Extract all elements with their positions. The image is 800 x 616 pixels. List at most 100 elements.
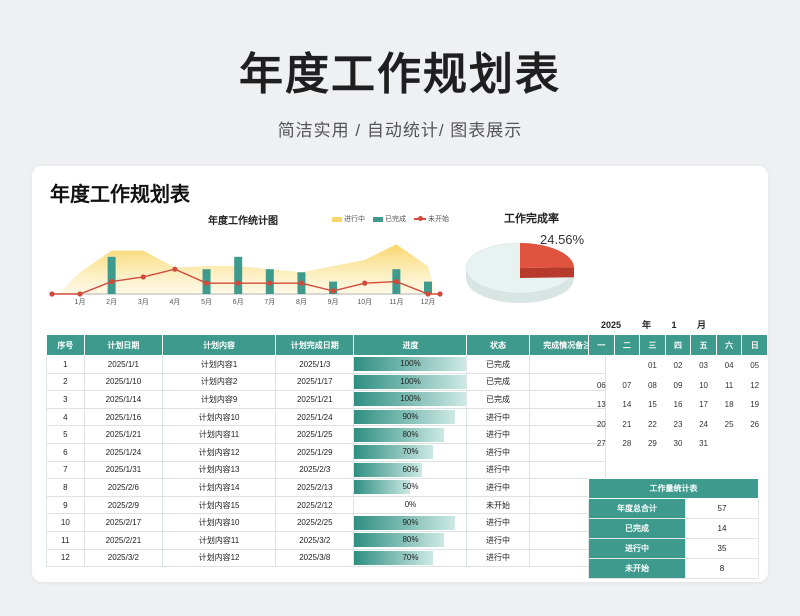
table-row[interactable]: 6 2025/1/24 计划内容12 2025/1/29 70% 进行中: [46, 442, 607, 462]
calendar-day[interactable]: 25: [716, 415, 742, 435]
calendar-day[interactable]: [716, 434, 742, 454]
cell-content[interactable]: 计划内容11: [162, 425, 277, 444]
calendar-day[interactable]: 23: [665, 415, 691, 435]
calendar-day[interactable]: [716, 454, 742, 474]
cell-status[interactable]: 进行中: [466, 478, 530, 497]
cell-due[interactable]: 2025/2/13: [275, 478, 355, 497]
cell-due[interactable]: 2025/1/25: [275, 425, 355, 444]
calendar-day[interactable]: 26: [742, 415, 768, 435]
calendar-day[interactable]: [640, 454, 666, 474]
calendar-day[interactable]: 05: [742, 356, 768, 376]
cell-no[interactable]: 4: [46, 407, 85, 427]
calendar-day[interactable]: [691, 454, 717, 474]
cell-progress[interactable]: 100%: [353, 355, 468, 374]
cell-content[interactable]: 计划内容2: [162, 372, 277, 392]
cell-no[interactable]: 11: [46, 530, 85, 550]
cell-content[interactable]: 计划内容10: [162, 513, 277, 532]
cell-status[interactable]: 进行中: [466, 460, 530, 480]
cell-progress[interactable]: 70%: [353, 548, 468, 568]
calendar-day[interactable]: 15: [640, 395, 666, 415]
cell-due[interactable]: 2025/1/3: [275, 355, 355, 374]
cell-no[interactable]: 10: [46, 513, 85, 532]
cell-content[interactable]: 计划内容9: [162, 390, 277, 409]
cell-content[interactable]: 计划内容14: [162, 478, 277, 497]
cell-status[interactable]: 进行中: [466, 530, 530, 550]
cell-progress[interactable]: 0%: [353, 495, 468, 515]
cell-due[interactable]: 2025/2/3: [275, 460, 355, 480]
calendar-day[interactable]: 12: [742, 376, 768, 396]
cell-content[interactable]: 计划内容13: [162, 460, 277, 480]
cell-date[interactable]: 2025/1/10: [83, 372, 164, 392]
cell-progress[interactable]: 90%: [353, 407, 468, 427]
cell-content[interactable]: 计划内容12: [162, 548, 277, 568]
table-row[interactable]: 12 2025/3/2 计划内容12 2025/3/8 70% 进行中: [46, 548, 607, 568]
cell-progress[interactable]: 70%: [353, 442, 468, 462]
calendar-day[interactable]: [589, 356, 615, 376]
cell-no[interactable]: 1: [46, 355, 85, 374]
calendar-day[interactable]: 19: [742, 395, 768, 415]
cell-due[interactable]: 2025/1/21: [275, 390, 355, 409]
table-row[interactable]: 3 2025/1/14 计划内容9 2025/1/21 100% 已完成: [46, 390, 607, 409]
cell-date[interactable]: 2025/3/2: [83, 548, 164, 568]
calendar-day[interactable]: 17: [691, 395, 717, 415]
cell-no[interactable]: 5: [46, 425, 85, 444]
calendar-year[interactable]: 2025: [588, 320, 634, 330]
cell-content[interactable]: 计划内容1: [162, 355, 277, 374]
calendar-day[interactable]: 02: [665, 356, 691, 376]
calendar-day[interactable]: 30: [665, 434, 691, 454]
cell-due[interactable]: 2025/1/24: [275, 407, 355, 427]
cell-content[interactable]: 计划内容11: [162, 530, 277, 550]
cell-no[interactable]: 2: [46, 372, 85, 392]
cell-status[interactable]: 进行中: [466, 407, 530, 427]
calendar-day[interactable]: [614, 356, 640, 376]
calendar-day[interactable]: 04: [716, 356, 742, 376]
calendar-day[interactable]: 27: [589, 434, 615, 454]
cell-due[interactable]: 2025/2/12: [275, 495, 355, 515]
calendar-day[interactable]: 09: [665, 376, 691, 396]
cell-date[interactable]: 2025/1/14: [83, 390, 164, 409]
cell-no[interactable]: 9: [46, 495, 85, 515]
cell-status[interactable]: 进行中: [466, 548, 530, 568]
cell-date[interactable]: 2025/1/31: [83, 460, 164, 480]
cell-status[interactable]: 已完成: [466, 390, 530, 409]
cell-date[interactable]: 2025/2/6: [83, 478, 164, 497]
calendar-day[interactable]: 01: [640, 356, 666, 376]
calendar-day[interactable]: [665, 454, 691, 474]
cell-progress[interactable]: 50%: [353, 478, 468, 497]
calendar-day[interactable]: 03: [691, 356, 717, 376]
cell-progress[interactable]: 80%: [353, 530, 468, 550]
calendar-month[interactable]: 1: [659, 320, 689, 330]
table-row[interactable]: 2 2025/1/10 计划内容2 2025/1/17 100% 已完成: [46, 372, 607, 392]
cell-status[interactable]: 已完成: [466, 355, 530, 374]
table-row[interactable]: 1 2025/1/1 计划内容1 2025/1/3 100% 已完成: [46, 355, 607, 374]
table-row[interactable]: 9 2025/2/9 计划内容15 2025/2/12 0% 未开始: [46, 495, 607, 515]
cell-due[interactable]: 2025/1/29: [275, 442, 355, 462]
calendar-day[interactable]: 14: [614, 395, 640, 415]
calendar-day[interactable]: 22: [640, 415, 666, 435]
calendar-day[interactable]: [614, 454, 640, 474]
cell-no[interactable]: 7: [46, 460, 85, 480]
calendar-day[interactable]: [742, 434, 768, 454]
cell-date[interactable]: 2025/1/21: [83, 425, 164, 444]
calendar-day[interactable]: 21: [614, 415, 640, 435]
table-row[interactable]: 11 2025/2/21 计划内容11 2025/3/2 80% 进行中: [46, 530, 607, 550]
calendar-day[interactable]: [589, 454, 615, 474]
calendar-day[interactable]: 28: [614, 434, 640, 454]
calendar-day[interactable]: 31: [691, 434, 717, 454]
table-row[interactable]: 10 2025/2/17 计划内容10 2025/2/25 90% 进行中: [46, 513, 607, 532]
cell-progress[interactable]: 100%: [353, 372, 468, 392]
cell-status[interactable]: 进行中: [466, 513, 530, 532]
cell-content[interactable]: 计划内容10: [162, 407, 277, 427]
cell-date[interactable]: 2025/2/17: [83, 513, 164, 532]
cell-due[interactable]: 2025/3/2: [275, 530, 355, 550]
cell-progress[interactable]: 90%: [353, 513, 468, 532]
cell-status[interactable]: 已完成: [466, 372, 530, 392]
calendar-day[interactable]: 07: [614, 376, 640, 396]
cell-content[interactable]: 计划内容15: [162, 495, 277, 515]
calendar-day[interactable]: [742, 454, 768, 474]
calendar-day[interactable]: 18: [716, 395, 742, 415]
cell-status[interactable]: 未开始: [466, 495, 530, 515]
cell-no[interactable]: 3: [46, 390, 85, 409]
cell-status[interactable]: 进行中: [466, 425, 530, 444]
cell-no[interactable]: 6: [46, 442, 85, 462]
